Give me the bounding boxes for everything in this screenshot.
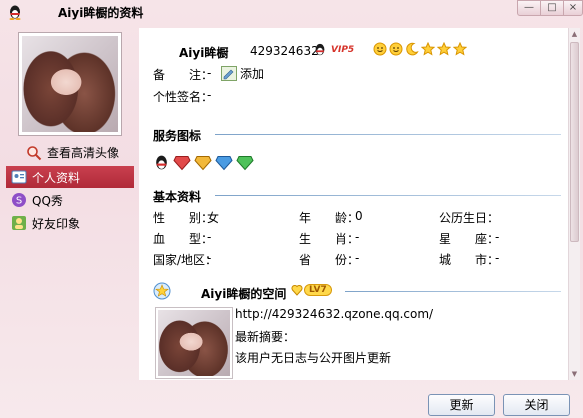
sidebar-item-qqshow[interactable]: S QQ秀 (6, 189, 134, 211)
gender-value: 女 (207, 211, 220, 225)
sidebar-item-impression[interactable]: 好友印象 (6, 212, 134, 234)
blood-type-label: 血 型： (153, 232, 214, 246)
sidebar-item-profile-label: 个人资料 (32, 170, 81, 185)
title-bar: Aiyi眸橱的资料 — □ × (0, 0, 583, 24)
profile-content: Aiyi眸橱 429324632 VIP5 备 注： - 添加 个性签名： - … (139, 28, 568, 380)
qqshow-icon: S (12, 193, 26, 207)
minimize-icon: — (524, 2, 534, 13)
note-value: - (207, 66, 212, 80)
qzone-star-icon (153, 282, 171, 300)
refresh-button[interactable]: 更新 (428, 394, 495, 416)
blue-diamond-icon[interactable] (215, 154, 233, 171)
sidebar-item-impression-label: 好友印象 (32, 216, 81, 231)
add-note-label: 添加 (240, 67, 265, 81)
signature-value: - (207, 88, 212, 102)
scroll-up-arrow-icon[interactable]: ▲ (569, 28, 580, 40)
province-value: - (355, 251, 360, 265)
left-panel: 查看高清头像 个人资料 S QQ秀 好友印象 (6, 28, 139, 380)
scroll-thumb[interactable] (570, 42, 579, 242)
vip-penguin-icon (315, 43, 325, 56)
avatar-photo (22, 36, 118, 132)
red-diamond-icon[interactable] (173, 154, 191, 171)
qq-member-service-icon[interactable] (153, 154, 170, 171)
star-icon (437, 42, 451, 56)
sun-face-icon (373, 42, 387, 56)
edit-pencil-icon (221, 66, 237, 81)
qzone-level-badge: LV7 (291, 284, 332, 296)
add-note-button[interactable]: 添加 (221, 65, 264, 82)
star-icon (453, 42, 467, 56)
birthday-label: 公历生日： (439, 211, 500, 225)
basic-info-divider (215, 195, 561, 196)
maximize-icon: □ (547, 2, 557, 13)
green-diamond-icon[interactable] (236, 154, 254, 171)
qzone-summary-text: 该用户无日志与公开图片更新 (235, 351, 392, 365)
note-label: 备 注： (153, 68, 214, 82)
sidebar-nav: 个人资料 S QQ秀 好友印象 (6, 166, 134, 235)
services-divider (215, 134, 561, 135)
level-icons (373, 42, 467, 56)
friend-impression-icon (12, 216, 26, 230)
sidebar-item-profile[interactable]: 个人资料 (6, 166, 134, 188)
country-value: - (207, 251, 212, 265)
moon-icon (406, 42, 419, 56)
close-icon: × (568, 2, 578, 13)
qq-number: 429324632 (250, 44, 319, 58)
basic-info-heading: 基本资料 (153, 190, 202, 204)
nickname: Aiyi眸橱 (179, 46, 229, 60)
city-value: - (495, 251, 500, 265)
svg-text:S: S (16, 196, 22, 207)
province-label: 省 份： (299, 253, 360, 267)
star-icon (421, 42, 435, 56)
view-hd-avatar-link[interactable]: 查看高清头像 (26, 144, 119, 161)
content-scrollbar[interactable]: ▲ ▼ (568, 28, 580, 380)
close-button[interactable]: 关闭 (503, 394, 570, 416)
service-icons (153, 154, 254, 171)
sun-face-icon (389, 42, 403, 56)
qzone-url-link[interactable]: http://429324632.qzone.qq.com/ (235, 307, 433, 321)
constellation-label: 星 座： (439, 232, 500, 246)
zodiac-label: 生 肖： (299, 232, 360, 246)
city-label: 城 市： (439, 253, 500, 267)
sidebar-item-qqshow-label: QQ秀 (32, 193, 63, 208)
age-label: 年 龄： (299, 211, 360, 225)
signature-label: 个性签名： (153, 90, 214, 104)
view-hd-avatar-label: 查看高清头像 (47, 146, 120, 160)
vip-level: VIP5 (331, 44, 355, 55)
qzone-level: LV7 (304, 284, 332, 296)
age-value: 0 (355, 209, 363, 223)
qq-penguin-icon (9, 5, 21, 20)
maximize-button[interactable]: □ (540, 0, 564, 16)
id-card-icon (11, 170, 27, 184)
qzone-photo (158, 310, 230, 376)
constellation-value: - (495, 230, 500, 244)
qzone-photo-thumb[interactable] (155, 307, 233, 379)
scroll-down-arrow-icon[interactable]: ▼ (569, 368, 580, 380)
qzone-title[interactable]: Aiyi眸橱的空间 (201, 285, 286, 302)
yellow-diamond-icon[interactable] (194, 154, 212, 171)
avatar[interactable] (18, 32, 122, 136)
profile-window: Aiyi眸橱的资料 — □ × 查看高清头像 个人资料 S QQ秀 好友印象 A… (0, 0, 583, 418)
window-title: Aiyi眸橱的资料 (58, 6, 144, 20)
qzone-summary-label: 最新摘要： (235, 330, 296, 344)
qzone-divider (345, 291, 561, 292)
heart-icon (291, 284, 303, 296)
blood-type-value: - (207, 230, 212, 244)
magnifier-icon (27, 145, 42, 160)
vip-badge: VIP5 (313, 42, 356, 57)
minimize-button[interactable]: — (517, 0, 541, 16)
services-heading: 服务图标 (153, 129, 202, 143)
gender-label: 性 别： (153, 211, 214, 225)
close-window-button[interactable]: × (563, 0, 583, 16)
zodiac-value: - (355, 230, 360, 244)
